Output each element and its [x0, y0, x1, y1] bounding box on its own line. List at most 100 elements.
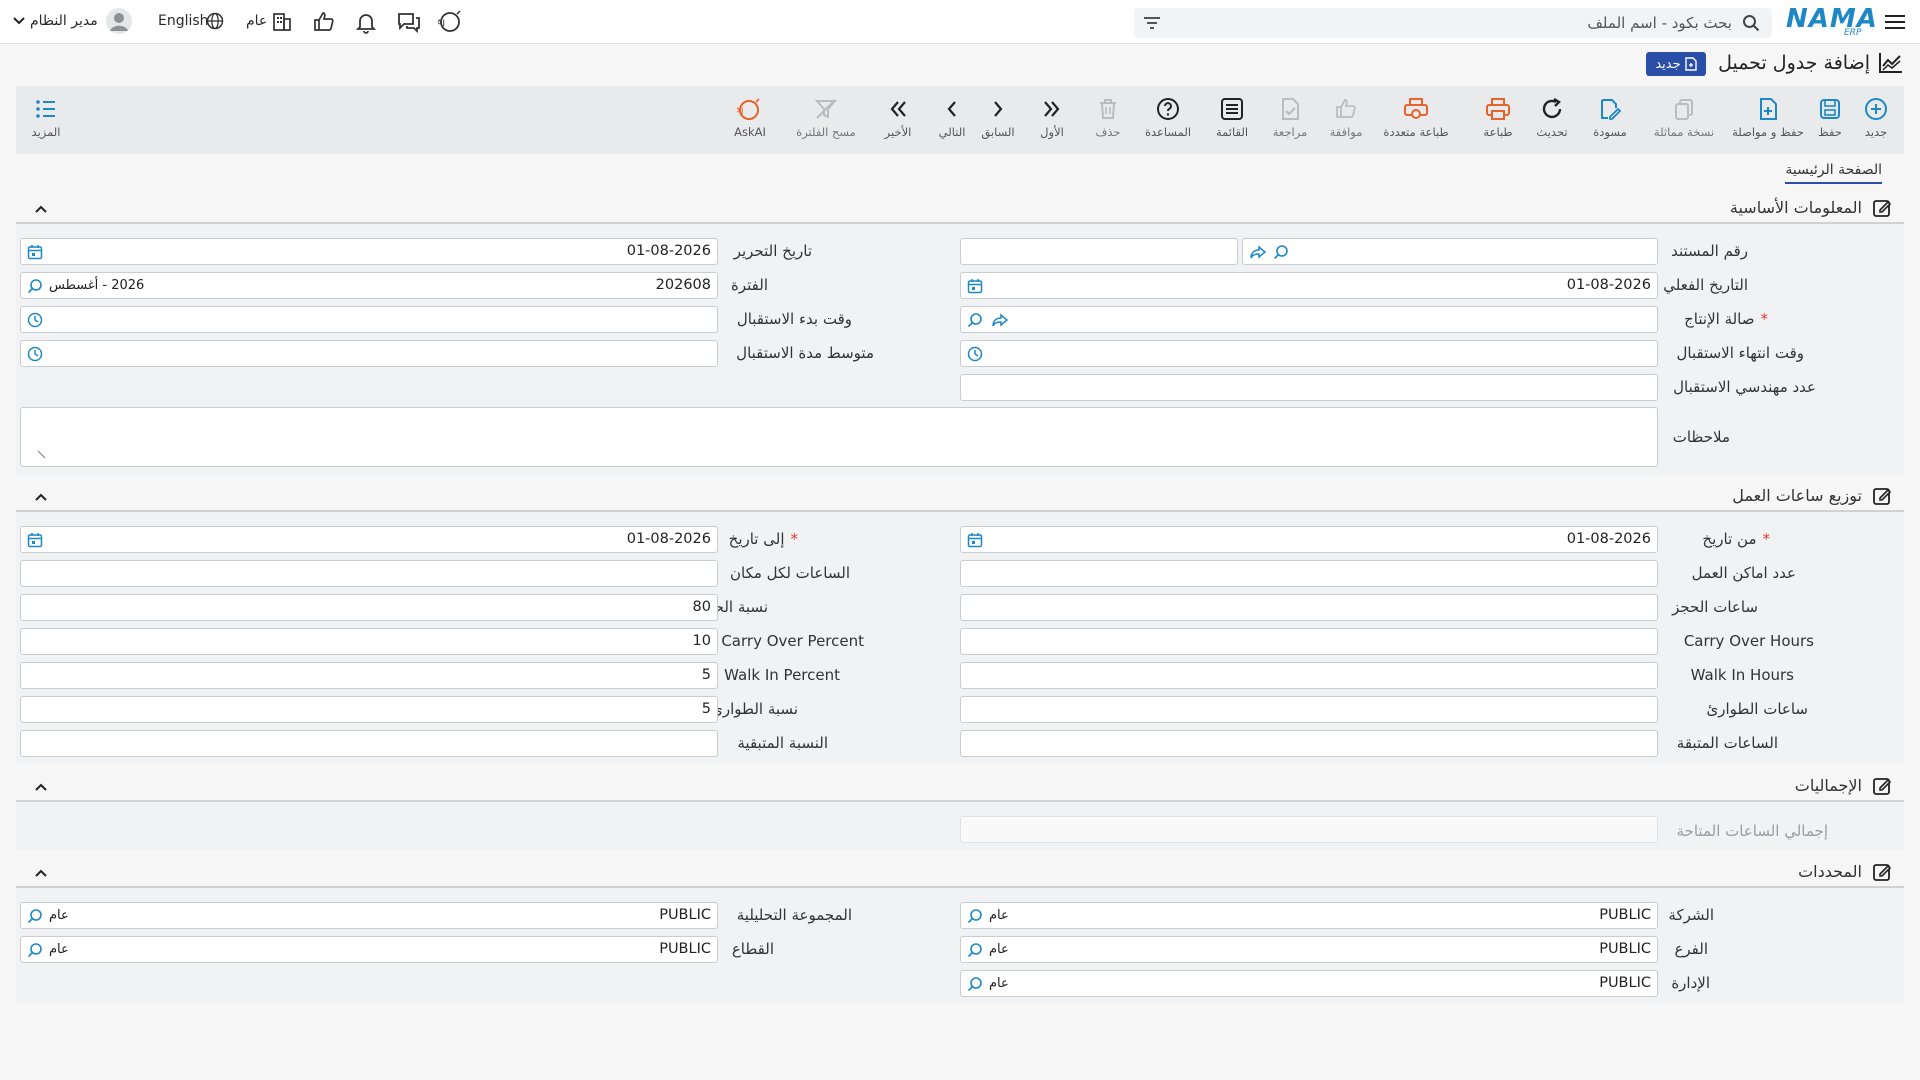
carry-hours-label: Carry Over Hours: [1683, 632, 1814, 650]
emerg-pct-input[interactable]: 5: [20, 696, 718, 723]
period-label: الفترة: [731, 276, 768, 294]
analytic-input[interactable]: PUBLIC عام: [20, 902, 718, 929]
lookup-search-icon[interactable]: [967, 312, 983, 332]
from-date-input[interactable]: 01-08-2026: [960, 526, 1658, 553]
next-button[interactable]: التالي: [922, 86, 982, 154]
carry-pct-input[interactable]: 10: [20, 628, 718, 655]
scope-label[interactable]: عام: [246, 13, 267, 29]
clock-icon[interactable]: [27, 346, 43, 366]
copy-button[interactable]: نسخة مماثلة: [1644, 86, 1724, 154]
delete-button-label: حذف: [1095, 125, 1121, 139]
user-name[interactable]: مدير النظام: [30, 13, 98, 29]
calendar-icon[interactable]: [967, 532, 983, 552]
thumb-up-icon[interactable]: [312, 10, 336, 34]
chevron-up-icon[interactable]: [34, 488, 48, 506]
avatar[interactable]: [106, 8, 132, 34]
menu-icon[interactable]: [1884, 12, 1906, 32]
delete-button[interactable]: حذف: [1078, 86, 1138, 154]
ask-ai-icon[interactable]: AI: [438, 10, 464, 34]
lookup-search-icon[interactable]: [27, 942, 43, 962]
more-button[interactable]: المزيد: [16, 86, 76, 154]
calendar-icon[interactable]: [27, 244, 43, 264]
hall-input[interactable]: [960, 306, 1658, 333]
lookup-search-icon[interactable]: [967, 976, 983, 996]
notes-textarea[interactable]: [20, 407, 1658, 467]
sector-input[interactable]: PUBLIC عام: [20, 936, 718, 963]
tab-main[interactable]: الصفحة الرئيسية: [1785, 162, 1882, 184]
resize-handle-icon[interactable]: [37, 446, 47, 464]
tab-main-label: الصفحة الرئيسية: [1785, 162, 1882, 178]
chevron-up-icon[interactable]: [34, 200, 48, 218]
lookup-search-icon[interactable]: [27, 908, 43, 928]
emerg-hours-input[interactable]: [960, 696, 1658, 723]
dept-input[interactable]: PUBLIC عام: [960, 970, 1658, 997]
engineers-input[interactable]: [960, 374, 1658, 401]
save-continue-button[interactable]: حفظ و مواصلة: [1728, 86, 1808, 154]
calendar-icon[interactable]: [967, 278, 983, 298]
section-totals-header[interactable]: الإجماليات: [16, 770, 1904, 802]
edit-date-input[interactable]: 01-08-2026: [20, 238, 718, 265]
chevron-up-icon[interactable]: [34, 778, 48, 796]
bell-icon[interactable]: [354, 10, 378, 34]
places-input[interactable]: [960, 560, 1658, 587]
share-icon[interactable]: [991, 312, 1009, 332]
refresh-icon: [1538, 96, 1566, 122]
print-button[interactable]: طباعة: [1468, 86, 1528, 154]
ask-ai-button[interactable]: AI AskAI: [720, 86, 780, 154]
doc-no-secondary-input[interactable]: [960, 238, 1238, 265]
last-button[interactable]: الأخير: [868, 86, 928, 154]
save-button[interactable]: حفظ: [1800, 86, 1860, 154]
carry-hours-input[interactable]: [960, 628, 1658, 655]
company-input[interactable]: PUBLIC عام: [960, 902, 1658, 929]
chevron-up-icon[interactable]: [34, 864, 48, 882]
globe-icon[interactable]: [206, 12, 224, 30]
branch-input[interactable]: PUBLIC عام: [960, 936, 1658, 963]
search-input[interactable]: [1170, 12, 1732, 34]
help-button[interactable]: المساعدة: [1138, 86, 1198, 154]
multi-print-label: طباعة متعددة: [1383, 125, 1449, 139]
remain-pct-input[interactable]: [20, 730, 718, 757]
first-button[interactable]: الأول: [1022, 86, 1082, 154]
clock-icon[interactable]: [27, 312, 43, 332]
remain-hours-input[interactable]: [960, 730, 1658, 757]
lookup-search-icon[interactable]: [967, 908, 983, 928]
ask-ai-toolbar-icon: AI: [736, 96, 764, 122]
list-button[interactable]: القائمة: [1202, 86, 1262, 154]
to-date-input[interactable]: 01-08-2026: [20, 526, 718, 553]
booking-hours-input[interactable]: [960, 594, 1658, 621]
clear-filter-button[interactable]: مسح الفلترة: [788, 86, 864, 154]
lookup-search-icon[interactable]: [27, 278, 43, 298]
doc-no-input[interactable]: [1242, 238, 1658, 265]
avg-duration-input[interactable]: [20, 340, 718, 367]
new-badge-label: جديد: [1655, 56, 1681, 72]
booking-pct-input[interactable]: 80: [20, 594, 718, 621]
period-input[interactable]: 202608 2026 - أغسطس: [20, 272, 718, 299]
language-switch[interactable]: English: [158, 13, 209, 29]
edit-icon: [1872, 198, 1892, 222]
share-icon[interactable]: [1249, 244, 1267, 264]
review-button[interactable]: مراجعة: [1260, 86, 1320, 154]
section-hours-header[interactable]: توزيع ساعات العمل: [16, 480, 1904, 512]
walkin-pct-input[interactable]: 5: [20, 662, 718, 689]
lookup-search-icon[interactable]: [1273, 244, 1289, 264]
approve-thumb-icon: [1332, 96, 1360, 122]
filter-icon[interactable]: [1144, 16, 1160, 30]
actual-date-input[interactable]: 01-08-2026: [960, 272, 1658, 299]
walkin-hours-input[interactable]: [960, 662, 1658, 689]
calendar-icon[interactable]: [27, 532, 43, 552]
company-building-icon[interactable]: [270, 10, 294, 34]
chat-icon[interactable]: [396, 10, 422, 34]
approve-button[interactable]: موافقة: [1316, 86, 1376, 154]
search-icon[interactable]: [1742, 14, 1760, 32]
hours-per-place-input[interactable]: [20, 560, 718, 587]
section-basic-header[interactable]: المعلومات الأساسية: [16, 192, 1904, 224]
recv-end-input[interactable]: [960, 340, 1658, 367]
multi-print-button[interactable]: طباعة متعددة: [1376, 86, 1456, 154]
refresh-button[interactable]: تحديث: [1522, 86, 1582, 154]
lookup-search-icon[interactable]: [967, 942, 983, 962]
recv-start-input[interactable]: [20, 306, 718, 333]
clock-icon[interactable]: [967, 346, 983, 366]
draft-button[interactable]: مسودة: [1580, 86, 1640, 154]
section-dims-header[interactable]: المحددات: [16, 856, 1904, 888]
chevron-down-icon[interactable]: [12, 16, 26, 26]
